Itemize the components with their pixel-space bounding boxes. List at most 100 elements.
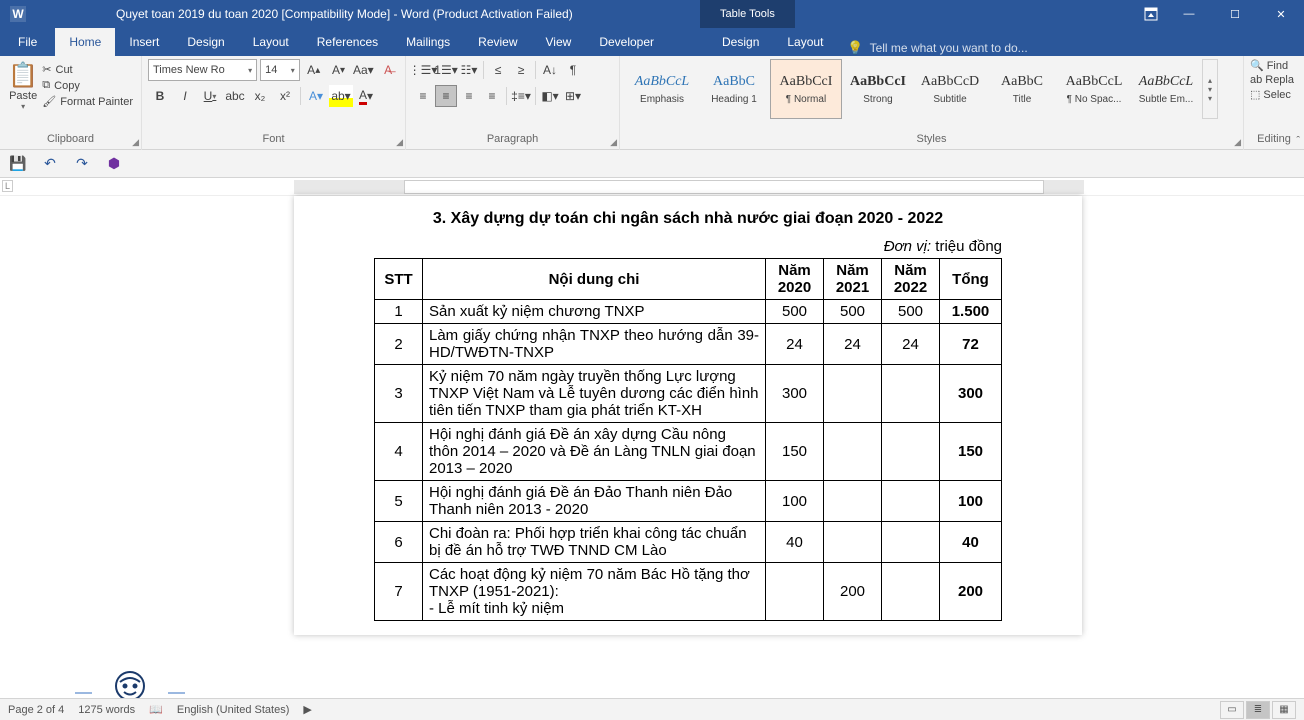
clipboard-dialog-launcher[interactable]: ◢	[132, 137, 139, 148]
col-noidung[interactable]: Nội dung chi	[423, 259, 766, 300]
col-2021[interactable]: Năm 2021	[824, 259, 882, 300]
save-button[interactable]: 💾	[8, 154, 28, 174]
font-name-combo[interactable]: Times New Ro▾	[148, 59, 257, 81]
bold-button[interactable]: B	[148, 85, 172, 107]
tab-developer[interactable]: Developer	[585, 28, 668, 56]
close-button[interactable]: ✕	[1258, 0, 1304, 28]
style-heading-1[interactable]: AaBbCHeading 1	[698, 59, 770, 119]
paragraph-dialog-launcher[interactable]: ◢	[610, 137, 617, 148]
tab-layout[interactable]: Layout	[239, 28, 303, 56]
highlight-button[interactable]: ab▾	[329, 85, 353, 107]
document-area[interactable]: L 3. Xây dựng dự toán chi ngân sách nhà …	[0, 178, 1304, 698]
col-2022[interactable]: Năm 2022	[882, 259, 940, 300]
tab-home[interactable]: Home	[55, 28, 115, 56]
ruler-toggle[interactable]: L	[2, 180, 13, 192]
tab-file[interactable]: File	[0, 28, 55, 56]
numbering-button[interactable]: 1☰▾	[435, 59, 457, 81]
font-size-combo[interactable]: 14▾	[260, 59, 300, 81]
tab-design[interactable]: Design	[173, 28, 238, 56]
style-subtle-em-[interactable]: AaBbCcLSubtle Em...	[1130, 59, 1202, 119]
underline-button[interactable]: U▾	[198, 85, 222, 107]
align-center-button[interactable]: ≡	[435, 85, 457, 107]
qat-custom-button[interactable]: ⬢	[104, 154, 124, 174]
subscript-button[interactable]: x₂	[248, 85, 272, 107]
styles-more-button[interactable]: ▴▾▾	[1202, 59, 1218, 119]
tab-review[interactable]: Review	[464, 28, 531, 56]
grow-font-button[interactable]: A▴	[303, 59, 325, 81]
text-effects-button[interactable]: A▾	[304, 85, 328, 107]
table-row[interactable]: 3Kỷ niệm 70 năm ngày truyền thống Lực lư…	[375, 365, 1002, 423]
clear-formatting-button[interactable]: A̶	[377, 59, 399, 81]
web-layout-button[interactable]: ▦	[1272, 701, 1296, 719]
styles-dialog-launcher[interactable]: ◢	[1234, 137, 1241, 148]
strikethrough-button[interactable]: abc	[223, 85, 247, 107]
page-indicator[interactable]: Page 2 of 4	[8, 704, 64, 716]
spellcheck-icon[interactable]: 📖	[149, 703, 163, 716]
document-page[interactable]: 3. Xây dựng dự toán chi ngân sách nhà nư…	[294, 196, 1082, 635]
style-subtitle[interactable]: AaBbCcDSubtitle	[914, 59, 986, 119]
justify-button[interactable]: ≡	[481, 85, 503, 107]
replace-button[interactable]: abRepla	[1250, 74, 1298, 86]
superscript-button[interactable]: x²	[273, 85, 297, 107]
sort-button[interactable]: A↓	[539, 59, 561, 81]
redo-button[interactable]: ↷	[72, 154, 92, 174]
macro-indicator[interactable]: ▶	[303, 703, 311, 716]
shrink-font-button[interactable]: A▾	[328, 59, 350, 81]
tab-view[interactable]: View	[532, 28, 586, 56]
table-row[interactable]: 2Làm giấy chứng nhận TNXP theo hướng dẫn…	[375, 324, 1002, 365]
budget-table[interactable]: STT Nội dung chi Năm 2020 Năm 2021 Năm 2…	[374, 258, 1002, 621]
table-row[interactable]: 1Sản xuất kỷ niệm chương TNXP5005005001.…	[375, 300, 1002, 324]
table-row[interactable]: 7Các hoạt động kỷ niệm 70 năm Bác Hồ tặn…	[375, 563, 1002, 621]
borders-button[interactable]: ⊞▾	[562, 85, 584, 107]
col-tong[interactable]: Tổng	[940, 259, 1002, 300]
style-emphasis[interactable]: AaBbCcLEmphasis	[626, 59, 698, 119]
undo-button[interactable]: ↶	[40, 154, 60, 174]
paste-button[interactable]: 📋 Paste ▾	[6, 59, 40, 131]
tab-mailings[interactable]: Mailings	[392, 28, 464, 56]
col-2020[interactable]: Năm 2020	[766, 259, 824, 300]
style--no-spac-[interactable]: AaBbCcL¶ No Spac...	[1058, 59, 1130, 119]
select-button[interactable]: ⬚Selec	[1250, 88, 1298, 101]
doc-heading[interactable]: 3. Xây dựng dự toán chi ngân sách nhà nư…	[374, 210, 1002, 228]
style--normal[interactable]: AaBbCcI¶ Normal	[770, 59, 842, 119]
style-strong[interactable]: AaBbCcIStrong	[842, 59, 914, 119]
style-title[interactable]: AaBbCTitle	[986, 59, 1058, 119]
align-left-button[interactable]: ≡	[412, 85, 434, 107]
font-color-button[interactable]: A▾	[354, 85, 378, 107]
find-button[interactable]: 🔍Find	[1250, 59, 1298, 72]
multilevel-button[interactable]: ☷▾	[458, 59, 480, 81]
tab-insert[interactable]: Insert	[115, 28, 173, 56]
tab-references[interactable]: References	[303, 28, 392, 56]
print-layout-button[interactable]: ≣	[1246, 701, 1270, 719]
table-row[interactable]: 4Hội nghị đánh giá Đề án xây dựng Cầu nô…	[375, 423, 1002, 481]
doc-unit[interactable]: Đơn vị: triệu đồng	[374, 238, 1002, 255]
change-case-button[interactable]: Aa▾	[352, 59, 374, 81]
table-header-row[interactable]: STT Nội dung chi Năm 2020 Năm 2021 Năm 2…	[375, 259, 1002, 300]
align-right-button[interactable]: ≡	[458, 85, 480, 107]
word-count[interactable]: 1275 words	[78, 704, 135, 716]
tell-me-search[interactable]: 💡 Tell me what you want to do...	[847, 40, 1027, 56]
col-stt[interactable]: STT	[375, 259, 423, 300]
table-row[interactable]: 5Hội nghị đánh giá Đề án Đảo Thanh niên …	[375, 481, 1002, 522]
maximize-button[interactable]: ☐	[1212, 0, 1258, 28]
table-row[interactable]: 6Chi đoàn ra: Phối hợp triển khai công t…	[375, 522, 1002, 563]
increase-indent-button[interactable]: ≥	[510, 59, 532, 81]
bullets-button[interactable]: ⋮☰▾	[412, 59, 434, 81]
decrease-indent-button[interactable]: ≤	[487, 59, 509, 81]
ribbon-display-options-icon[interactable]	[1136, 0, 1166, 28]
read-mode-button[interactable]: ▭	[1220, 701, 1244, 719]
cut-button[interactable]: ✂Cut	[42, 63, 133, 76]
collapse-ribbon-button[interactable]: ˆ	[1296, 135, 1300, 147]
tab-table-design[interactable]: Design	[708, 28, 773, 56]
minimize-button[interactable]: —	[1166, 0, 1212, 28]
language-indicator[interactable]: English (United States)	[177, 704, 290, 716]
show-marks-button[interactable]: ¶	[562, 59, 584, 81]
line-spacing-button[interactable]: ‡≡▾	[510, 85, 532, 107]
tab-table-layout[interactable]: Layout	[773, 28, 837, 56]
shading-button[interactable]: ◧▾	[539, 85, 561, 107]
copy-button[interactable]: ⧉Copy	[42, 79, 133, 92]
italic-button[interactable]: I	[173, 85, 197, 107]
horizontal-ruler[interactable]: L	[0, 178, 1304, 196]
format-painter-button[interactable]: 🖌Format Painter	[42, 95, 133, 108]
font-dialog-launcher[interactable]: ◢	[396, 137, 403, 148]
